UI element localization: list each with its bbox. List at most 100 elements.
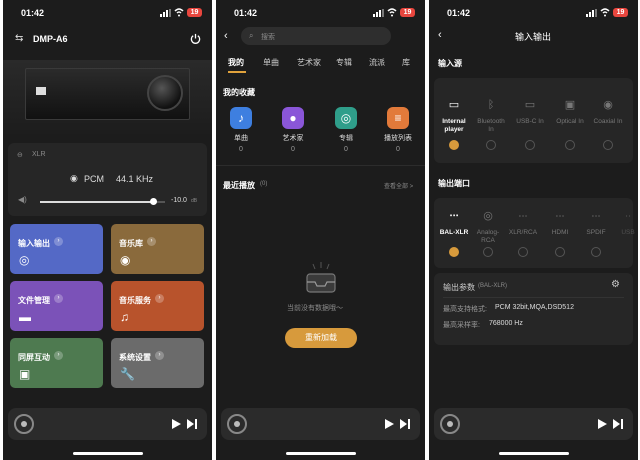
tab-genres[interactable]: 流派 xyxy=(369,57,385,68)
playback-info-card: ⊖ XLR ◉ PCM 44.1 KHz ◀) xyxy=(8,143,207,216)
reload-button[interactable]: 重新加载 xyxy=(285,328,357,348)
volume-slider[interactable] xyxy=(40,198,165,205)
status-time: 01:42 xyxy=(21,8,45,18)
tile-label: 同屏互动 xyxy=(18,353,50,362)
tab-artists[interactable]: 艺术家 xyxy=(297,57,321,68)
spdif-icon: ∙∙∙ xyxy=(591,210,601,222)
favorite-artists[interactable]: ● 艺术家 0 xyxy=(273,107,313,153)
tab-library[interactable]: 库 xyxy=(402,57,410,68)
tile-screen-share[interactable]: 同屏互动 › ▣ xyxy=(10,338,103,388)
output-analog-rca[interactable]: ◎ Analog-RCA xyxy=(471,208,505,245)
gear-icon[interactable]: ⚙ xyxy=(611,279,620,290)
play-icon[interactable] xyxy=(172,419,181,429)
tab-albums[interactable]: 专辑 xyxy=(336,57,352,68)
output-hdmi[interactable]: ∙∙∙ HDMI xyxy=(543,208,577,237)
next-track-icon[interactable] xyxy=(187,419,197,429)
search-icon: ⌕ xyxy=(249,31,254,40)
output-radio-bal-xlr[interactable] xyxy=(449,247,459,257)
next-track-icon[interactable] xyxy=(613,419,623,429)
io-screen: 01:42 19 ‹ 输入输出 输入源 ▭ Internal player ᛒ Bl… xyxy=(429,0,638,460)
tile-file-manager[interactable]: 文件管理 › ▬ xyxy=(10,281,103,331)
empty-box-icon xyxy=(306,262,336,293)
battery-icon: 19 xyxy=(613,8,628,17)
volume-handle[interactable] xyxy=(149,198,157,205)
divider xyxy=(443,297,624,298)
tile-music-service[interactable]: 音乐服务 › ♫ xyxy=(111,281,204,331)
input-label: Bluetooth In xyxy=(477,118,505,133)
power-icon[interactable] xyxy=(190,33,201,44)
search-placeholder: 搜索 xyxy=(261,34,275,41)
album-art-icon xyxy=(14,414,34,434)
folder-icon: ▬ xyxy=(19,310,31,324)
microphone-icon: ● xyxy=(282,107,304,129)
max-format-label: 最高支持格式: xyxy=(443,306,487,313)
input-optical[interactable]: ▣ Optical In xyxy=(553,97,587,126)
input-usbc[interactable]: ▭ USB-C In xyxy=(513,97,547,126)
mini-player[interactable] xyxy=(221,408,420,440)
playlist-icon: ≡ xyxy=(387,107,409,129)
output-usb[interactable]: ∙∙ USB xyxy=(611,208,638,237)
tile-label: 音乐库 xyxy=(119,239,143,248)
tab-mine[interactable]: 我的 xyxy=(228,57,244,68)
output-radio-spdif[interactable] xyxy=(591,247,601,257)
favorite-songs[interactable]: ♪ 单曲 0 xyxy=(221,107,261,153)
device-display xyxy=(36,87,46,95)
usb-icon: ▭ xyxy=(524,99,536,111)
tile-label: 输入输出 xyxy=(18,239,50,248)
output-xlr-rca[interactable]: ∙∙∙ XLR/RCA xyxy=(506,208,540,237)
mini-player[interactable] xyxy=(434,408,633,440)
input-radio-coaxial[interactable] xyxy=(603,140,613,150)
input-label: Internal player xyxy=(442,118,466,133)
signal-icon xyxy=(586,9,597,17)
player-icon: ▭ xyxy=(448,99,460,111)
output-bal-xlr[interactable]: ∙∙∙ BAL-XLR xyxy=(437,208,471,237)
battery-icon: 19 xyxy=(400,8,415,17)
favorite-count: 0 xyxy=(396,146,400,153)
input-internal-player[interactable]: ▭ Internal player xyxy=(437,97,471,134)
back-icon[interactable]: ‹ xyxy=(224,30,228,42)
search-input[interactable]: ⌕ 搜索 xyxy=(241,27,391,45)
output-radio-xlr-rca[interactable] xyxy=(518,247,528,257)
view-all-link[interactable]: 查看全部 > xyxy=(384,181,413,190)
tile-label: 文件管理 xyxy=(18,296,50,305)
bluetooth-icon: ᛒ xyxy=(487,99,495,111)
favorite-albums[interactable]: ◎ 专辑 0 xyxy=(326,107,366,153)
device-image xyxy=(25,68,190,120)
input-radio-usbc[interactable] xyxy=(525,140,535,150)
music-note-icon: ♪ xyxy=(230,107,252,129)
input-coaxial[interactable]: ◉ Coaxial In xyxy=(591,97,625,126)
divider xyxy=(216,165,425,166)
wifi-icon xyxy=(600,8,610,17)
recent-title: 最近播放 xyxy=(223,181,255,190)
output-label: HDMI xyxy=(551,229,569,236)
switch-device-icon[interactable]: ⇆ xyxy=(15,33,23,44)
max-format-value: PCM 32bit,MQA,DSD512 xyxy=(495,304,574,311)
usb-icon: ∙∙ xyxy=(624,210,632,222)
favorite-playlists[interactable]: ≡ 播放列表 0 xyxy=(378,107,418,153)
mini-player[interactable] xyxy=(8,408,207,440)
input-title: 输入源 xyxy=(438,59,462,68)
recent-count: (0) xyxy=(260,181,268,187)
volume-value: -10.0 xyxy=(171,197,187,204)
battery-icon: 19 xyxy=(187,8,202,17)
tile-io[interactable]: 输入输出 › ◎ xyxy=(10,224,103,274)
home-indicator xyxy=(73,452,143,455)
input-bluetooth[interactable]: ᛒ Bluetooth In xyxy=(474,97,508,134)
tile-music-library[interactable]: 音乐库 › ◉ xyxy=(111,224,204,274)
play-icon[interactable] xyxy=(598,419,607,429)
output-radio-analog-rca[interactable] xyxy=(483,247,493,257)
output-label: SPDIF xyxy=(586,229,606,236)
output-spdif[interactable]: ∙∙∙ SPDIF xyxy=(579,208,613,237)
output-radio-hdmi[interactable] xyxy=(555,247,565,257)
coaxial-icon: ◉ xyxy=(603,99,613,111)
input-radio-bluetooth[interactable] xyxy=(486,140,496,150)
input-radio-optical[interactable] xyxy=(565,140,575,150)
status-time: 01:42 xyxy=(234,8,258,18)
target-icon: ◎ xyxy=(19,253,30,267)
back-icon[interactable]: ‹ xyxy=(438,29,442,41)
next-track-icon[interactable] xyxy=(400,419,410,429)
input-radio-internal[interactable] xyxy=(449,140,459,150)
play-icon[interactable] xyxy=(385,419,394,429)
tile-system-settings[interactable]: 系统设置 › 🔧 xyxy=(111,338,204,388)
tab-songs[interactable]: 单曲 xyxy=(263,57,279,68)
